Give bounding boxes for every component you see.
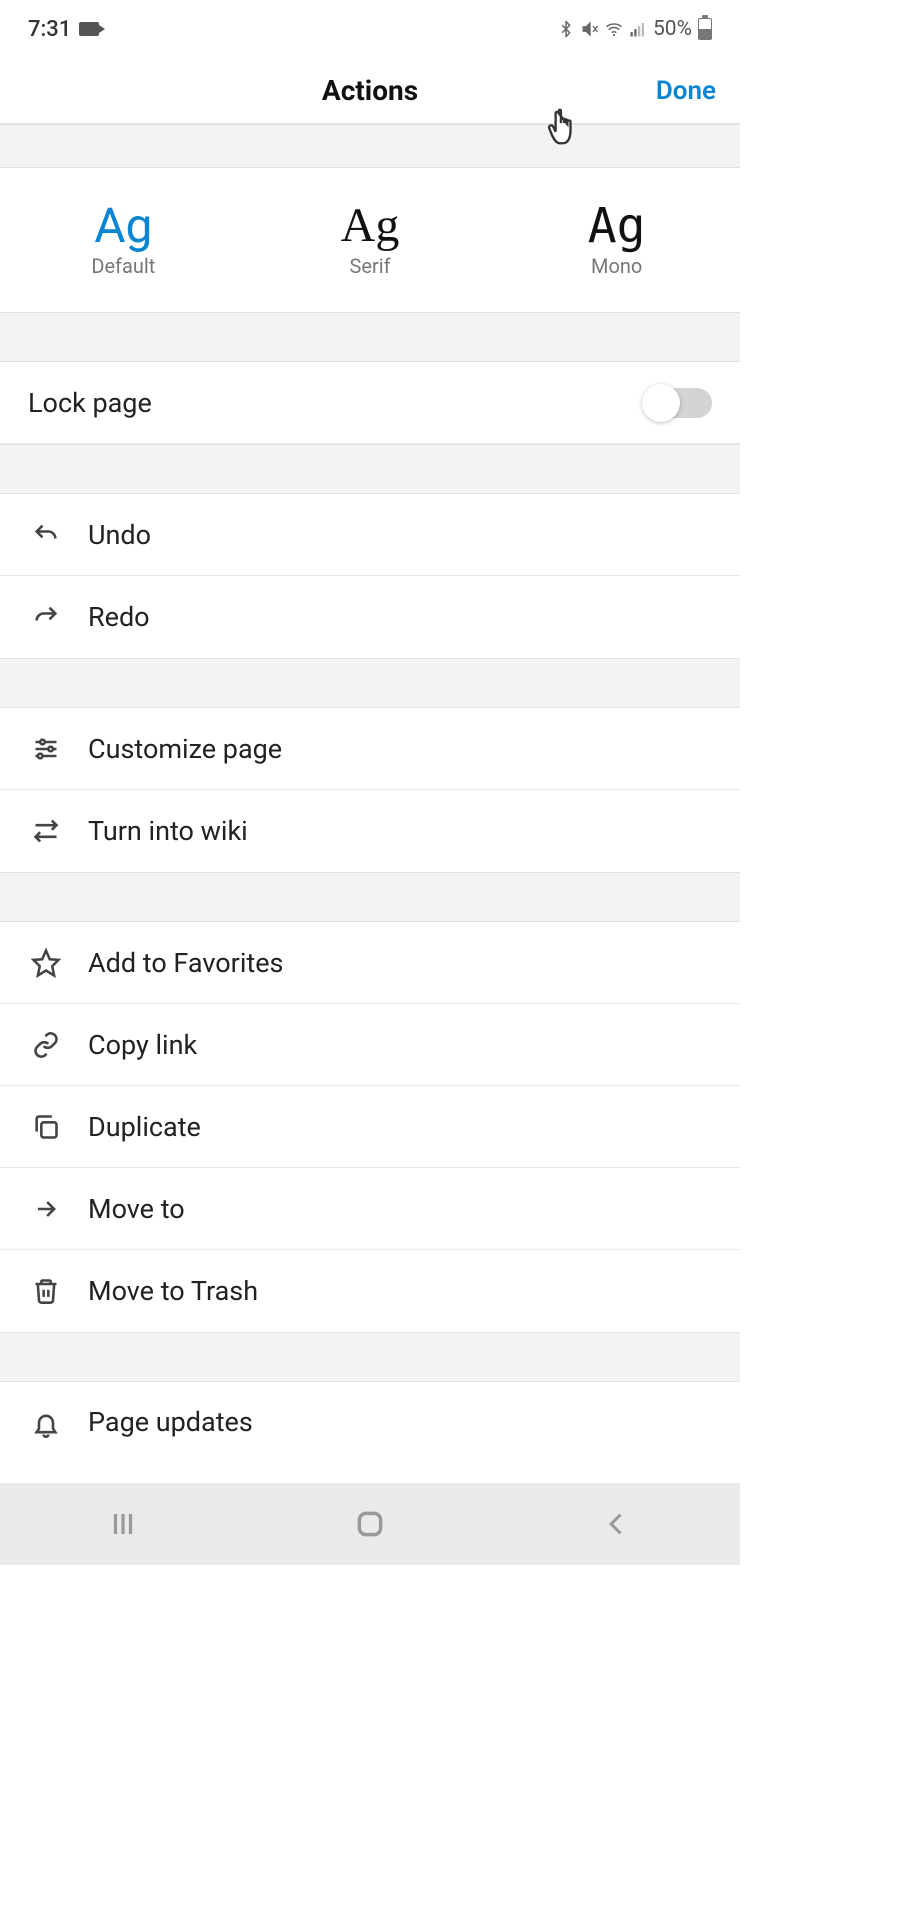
link-icon — [28, 1027, 64, 1063]
undo-row[interactable]: Undo — [0, 494, 740, 576]
move-to-icon — [28, 1191, 64, 1227]
font-selector: Ag Default Ag Serif Ag Mono — [0, 168, 740, 312]
copy-link-label: Copy link — [88, 1029, 712, 1061]
font-sample-serif: Ag — [341, 202, 400, 250]
lock-page-label: Lock page — [28, 387, 646, 419]
undo-icon — [28, 517, 64, 553]
section-divider — [0, 872, 740, 922]
redo-icon — [28, 599, 64, 635]
undo-label: Undo — [88, 519, 712, 551]
duplicate-icon — [28, 1109, 64, 1145]
recents-nav-button[interactable] — [93, 1504, 153, 1544]
copy-link-row[interactable]: Copy link — [0, 1004, 740, 1086]
move-to-trash-row[interactable]: Move to Trash — [0, 1250, 740, 1332]
redo-row[interactable]: Redo — [0, 576, 740, 658]
redo-label: Redo — [88, 601, 712, 633]
page-title: Actions — [322, 74, 418, 107]
sliders-icon — [28, 731, 64, 767]
toggle-knob — [642, 384, 680, 422]
home-nav-button[interactable] — [340, 1504, 400, 1544]
font-option-mono[interactable]: Ag Mono — [493, 168, 740, 312]
lock-page-row[interactable]: Lock page — [0, 362, 740, 444]
move-to-row[interactable]: Move to — [0, 1168, 740, 1250]
font-sample-default: Ag — [94, 202, 152, 250]
wifi-icon — [605, 20, 623, 38]
mute-icon — [581, 20, 599, 38]
turn-into-wiki-label: Turn into wiki — [88, 815, 712, 847]
customize-page-label: Customize page — [88, 733, 712, 765]
font-option-default[interactable]: Ag Default — [0, 168, 247, 312]
trash-icon — [28, 1273, 64, 1309]
font-label-serif: Serif — [349, 254, 390, 278]
page-updates-row[interactable]: Page updates — [0, 1382, 740, 1442]
status-time: 7:31 — [28, 17, 71, 42]
bell-icon — [28, 1406, 64, 1442]
star-icon — [28, 945, 64, 981]
page-updates-label: Page updates — [88, 1406, 712, 1438]
duplicate-label: Duplicate — [88, 1111, 712, 1143]
section-divider — [0, 444, 740, 494]
android-nav-bar — [0, 1483, 740, 1565]
move-to-label: Move to — [88, 1193, 712, 1225]
convert-icon — [28, 813, 64, 849]
font-sample-mono: Ag — [588, 202, 646, 250]
add-to-favorites-label: Add to Favorites — [88, 947, 712, 979]
section-divider — [0, 1332, 740, 1382]
header-bar: Actions Done — [0, 58, 740, 124]
move-to-trash-label: Move to Trash — [88, 1275, 712, 1307]
camera-icon — [79, 22, 99, 36]
turn-into-wiki-row[interactable]: Turn into wiki — [0, 790, 740, 872]
lock-page-toggle[interactable] — [646, 388, 712, 418]
font-option-serif[interactable]: Ag Serif — [247, 168, 494, 312]
back-nav-button[interactable] — [587, 1504, 647, 1544]
status-bar: 7:31 50% — [0, 0, 740, 58]
font-label-default: Default — [91, 254, 155, 278]
battery-icon — [698, 18, 712, 40]
customize-page-row[interactable]: Customize page — [0, 708, 740, 790]
section-divider — [0, 658, 740, 708]
battery-percentage: 50% — [653, 17, 692, 41]
section-divider — [0, 312, 740, 362]
done-button[interactable]: Done — [656, 76, 716, 106]
add-to-favorites-row[interactable]: Add to Favorites — [0, 922, 740, 1004]
signal-icon — [629, 20, 647, 38]
font-label-mono: Mono — [591, 254, 642, 278]
section-divider — [0, 124, 740, 168]
duplicate-row[interactable]: Duplicate — [0, 1086, 740, 1168]
bluetooth-icon — [557, 20, 575, 38]
